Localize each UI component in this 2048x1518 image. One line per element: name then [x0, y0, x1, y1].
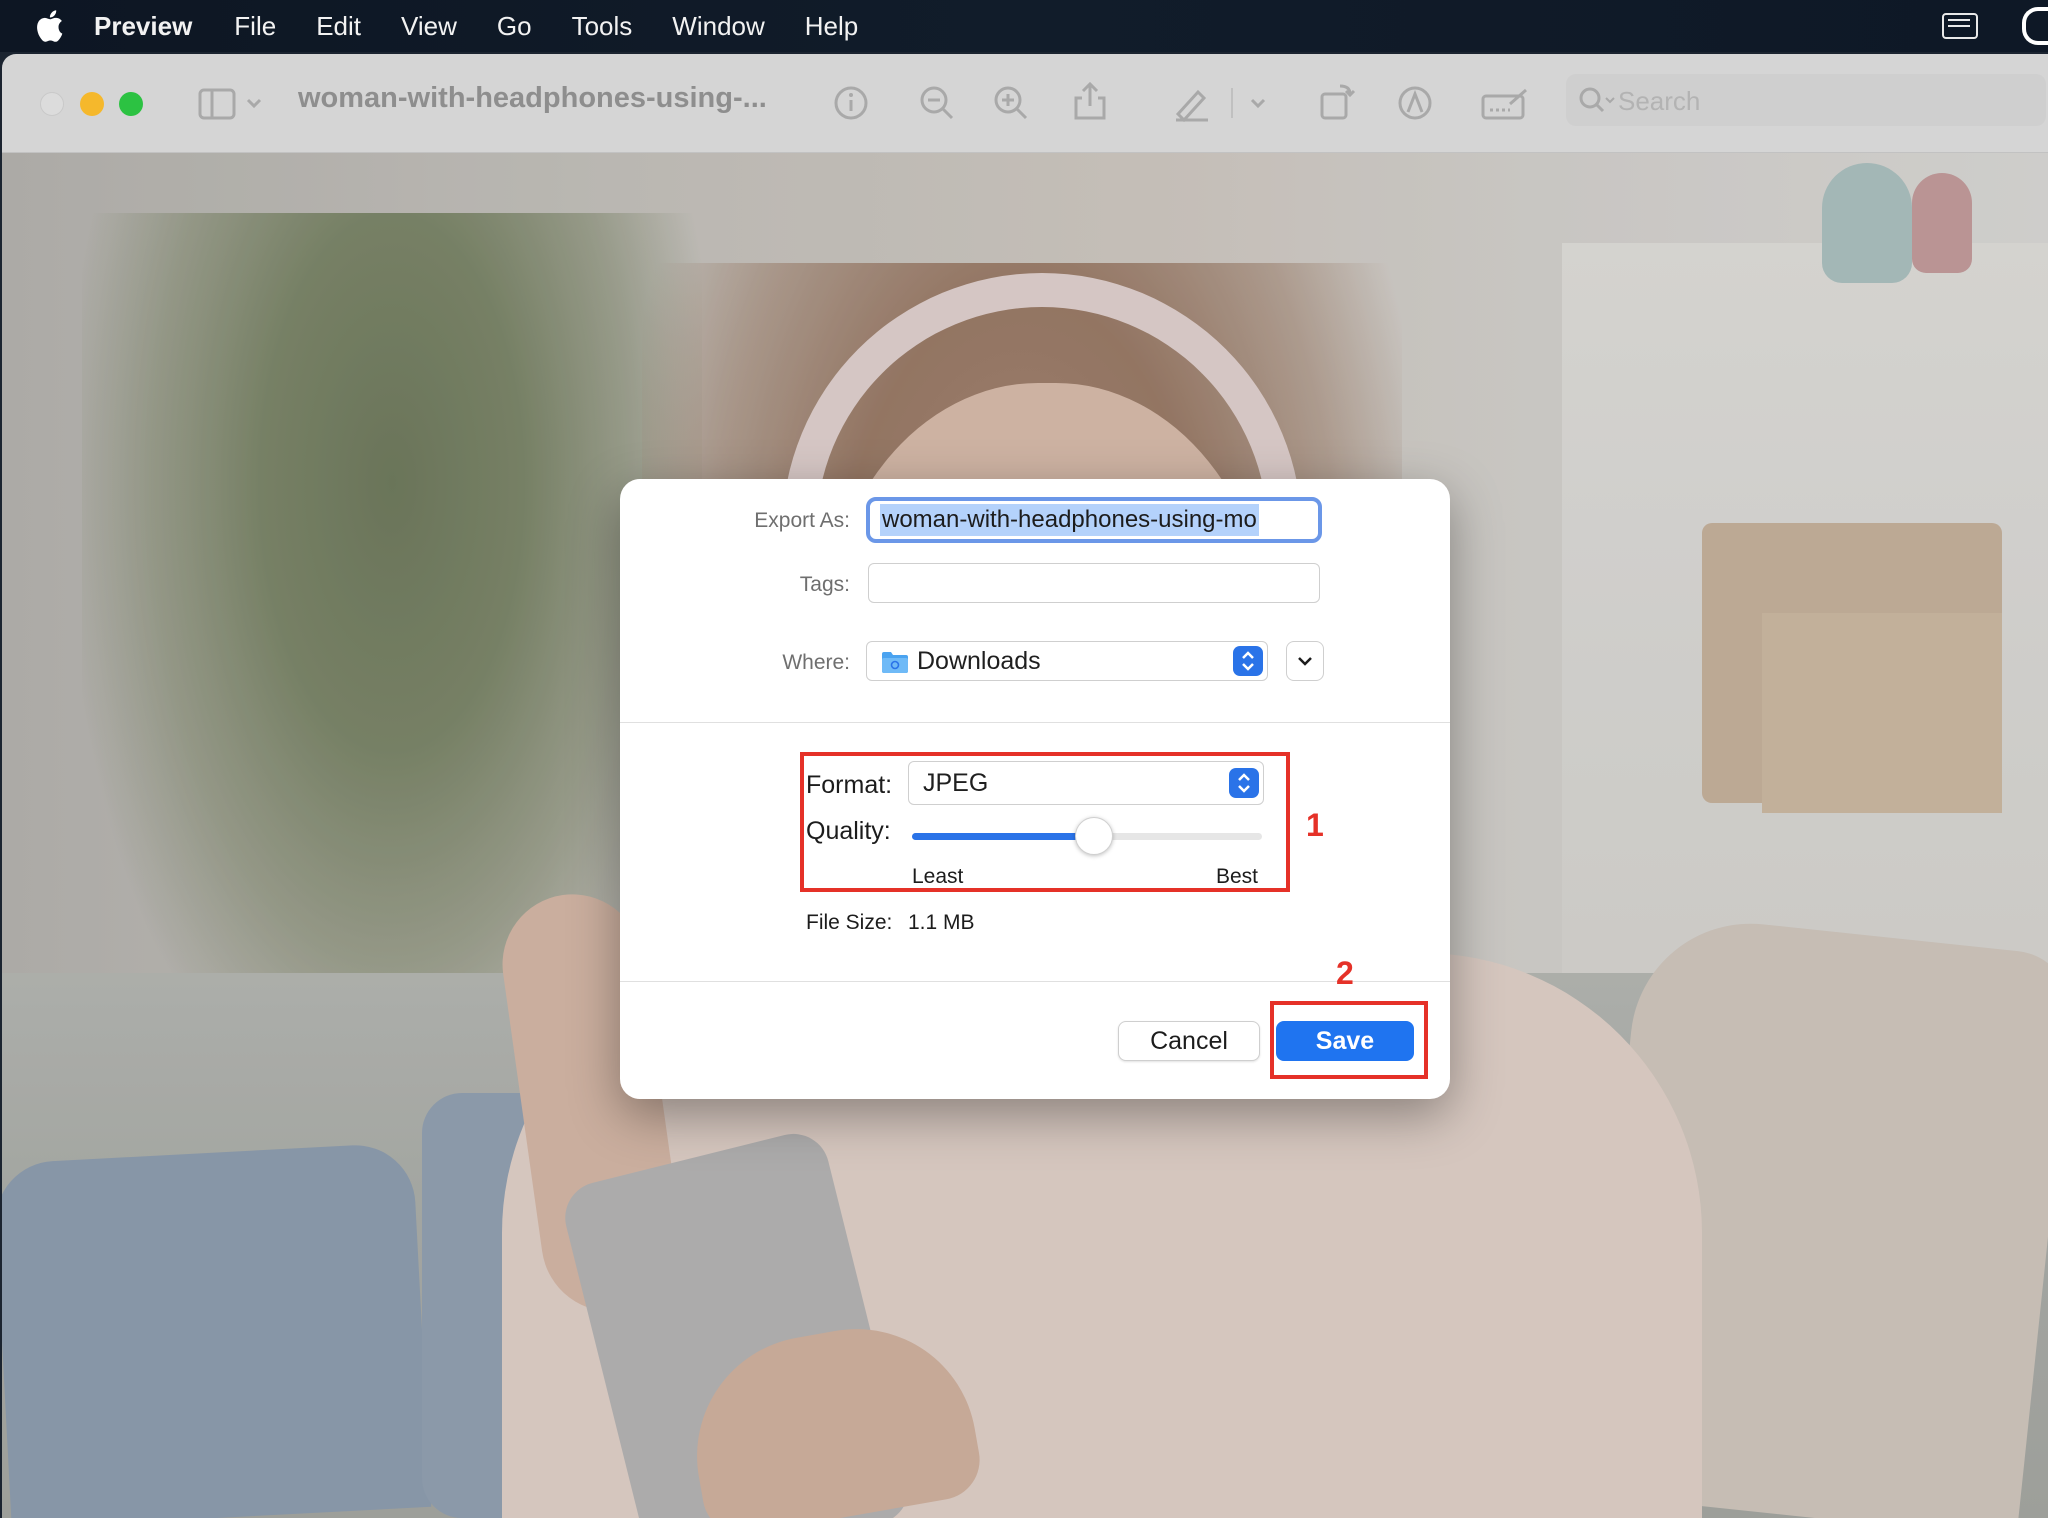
- file-size-label: File Size:: [806, 911, 893, 934]
- status-icon[interactable]: [2022, 7, 2048, 45]
- apple-logo-icon[interactable]: [32, 9, 66, 43]
- window-title: woman-with-headphones-using-...: [298, 82, 767, 114]
- markup-pen-icon[interactable]: [1172, 84, 1212, 122]
- where-label: Where:: [782, 651, 850, 674]
- info-icon[interactable]: [832, 84, 870, 122]
- annotate-icon[interactable]: [1396, 84, 1434, 122]
- window-toolbar: woman-with-headphones-using-... Search: [2, 54, 2048, 153]
- export-dialog: Export As: woman-with-headphones-using-m…: [620, 479, 1450, 1099]
- format-popup[interactable]: JPEG: [908, 761, 1264, 805]
- save-button[interactable]: Save: [1276, 1021, 1414, 1061]
- popup-stepper-icon: [1229, 768, 1259, 798]
- tags-field[interactable]: [868, 563, 1320, 603]
- divider: [620, 722, 1450, 723]
- tags-label: Tags:: [799, 573, 850, 596]
- rotate-icon[interactable]: [1318, 80, 1358, 122]
- menu-edit[interactable]: Edit: [316, 11, 361, 42]
- quality-label: Quality:: [806, 817, 891, 845]
- annotation-number: 2: [1336, 955, 1354, 991]
- popup-stepper-icon: [1233, 646, 1263, 676]
- annotation-number: 1: [1306, 807, 1324, 843]
- window-minimize-button[interactable]: [80, 92, 104, 116]
- menu-tools[interactable]: Tools: [572, 11, 633, 42]
- divider: [620, 981, 1450, 982]
- export-as-label: Export As:: [754, 509, 850, 532]
- where-value: Downloads: [917, 646, 1041, 675]
- keyboard-input-icon[interactable]: [1942, 13, 1978, 39]
- sidebar-icon[interactable]: [198, 84, 266, 124]
- menu-window[interactable]: Window: [672, 11, 764, 42]
- folder-icon: [881, 650, 909, 673]
- slider-knob[interactable]: [1075, 817, 1113, 855]
- zoom-in-icon[interactable]: [992, 84, 1030, 122]
- menu-help[interactable]: Help: [805, 11, 858, 42]
- menu-view[interactable]: View: [401, 11, 457, 42]
- quality-max-label: Best: [1216, 865, 1259, 888]
- menu-go[interactable]: Go: [497, 11, 532, 42]
- quality-min-label: Least: [912, 865, 964, 888]
- menu-app-preview[interactable]: Preview: [94, 11, 192, 42]
- share-icon[interactable]: [1072, 80, 1108, 122]
- where-popup[interactable]: Downloads: [866, 641, 1268, 681]
- window-close-button[interactable]: [40, 92, 64, 116]
- menu-file[interactable]: File: [234, 11, 276, 42]
- search-placeholder: Search: [1618, 86, 1701, 116]
- status-area: [1942, 0, 2048, 52]
- window-zoom-button[interactable]: [119, 92, 143, 116]
- export-as-field[interactable]: woman-with-headphones-using-mo: [866, 497, 1322, 543]
- format-value: JPEG: [923, 768, 989, 797]
- export-as-value: woman-with-headphones-using-mo: [880, 504, 1259, 536]
- signature-icon[interactable]: [1480, 84, 1530, 122]
- zoom-out-icon[interactable]: [918, 84, 956, 122]
- file-size-value: 1.1 MB: [908, 911, 975, 934]
- search-field[interactable]: Search: [1566, 74, 2046, 126]
- menu-bar: Preview File Edit View Go Tools Window H…: [0, 0, 2048, 52]
- search-icon: [1578, 86, 1618, 121]
- format-label: Format:: [806, 771, 893, 799]
- expand-dialog-button[interactable]: [1286, 641, 1324, 681]
- cancel-button[interactable]: Cancel: [1118, 1021, 1260, 1061]
- chevron-down-icon[interactable]: [1230, 84, 1286, 122]
- slider-fill: [912, 833, 1094, 840]
- chevron-down-icon: [1298, 657, 1312, 666]
- quality-slider[interactable]: [912, 817, 1262, 855]
